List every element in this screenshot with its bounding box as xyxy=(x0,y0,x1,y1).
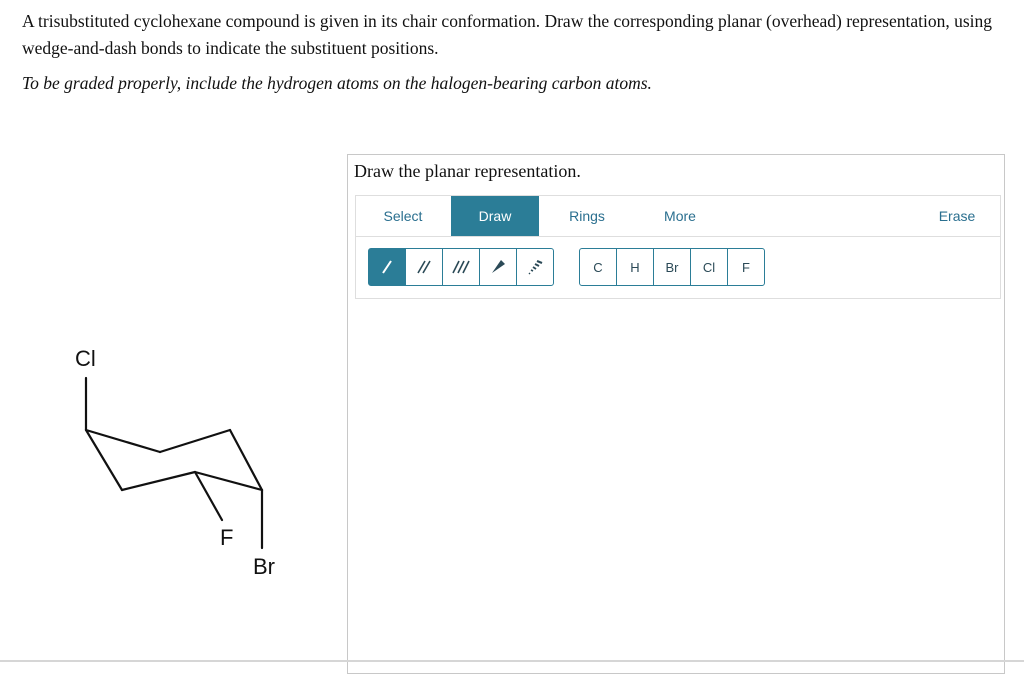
atom-tool-group: C H Br Cl F xyxy=(579,248,765,286)
ring-bond xyxy=(228,428,264,492)
double-bond-tool[interactable] xyxy=(405,248,443,286)
single-bond-icon xyxy=(382,260,392,274)
atom-c-button[interactable]: C xyxy=(579,248,617,286)
atom-br-button[interactable]: Br xyxy=(653,248,691,286)
br-label: Br xyxy=(253,554,275,579)
cl-label: Cl xyxy=(75,346,96,371)
atom-h-button[interactable]: H xyxy=(616,248,654,286)
f-label: F xyxy=(220,525,233,550)
rings-tab[interactable]: Rings xyxy=(546,196,628,236)
more-tab[interactable]: More xyxy=(640,196,720,236)
select-tab[interactable]: Select xyxy=(366,196,440,236)
triple-bond-icon xyxy=(452,260,470,274)
chair-structure: Cl F Br xyxy=(75,346,275,579)
single-bond-tool[interactable] xyxy=(368,248,406,286)
panel-title: Draw the planar representation. xyxy=(354,161,581,181)
triple-bond-tool[interactable] xyxy=(442,248,480,286)
drawing-panel: Draw the planar representation. Select D… xyxy=(347,154,1005,674)
dash-bond-icon xyxy=(528,259,543,275)
dash-bond-tool[interactable] xyxy=(516,248,554,286)
bottom-divider xyxy=(0,660,1024,662)
editor-menubar: Select Draw Rings More Erase xyxy=(356,196,1000,237)
atom-cl-button[interactable]: Cl xyxy=(690,248,728,286)
wedge-bond-icon xyxy=(492,260,505,273)
wedge-bond-tool[interactable] xyxy=(479,248,517,286)
draw-tab[interactable]: Draw xyxy=(451,196,539,236)
ring-bond xyxy=(120,470,197,492)
bond-tool-group xyxy=(368,248,554,286)
double-bond-icon xyxy=(417,260,431,274)
erase-button[interactable]: Erase xyxy=(922,196,992,236)
sketch-editor[interactable]: Select Draw Rings More Erase C H Br Cl F xyxy=(355,195,1001,299)
atom-f-button[interactable]: F xyxy=(727,248,765,286)
ring-bond xyxy=(158,428,232,454)
ring-bond xyxy=(193,470,264,492)
